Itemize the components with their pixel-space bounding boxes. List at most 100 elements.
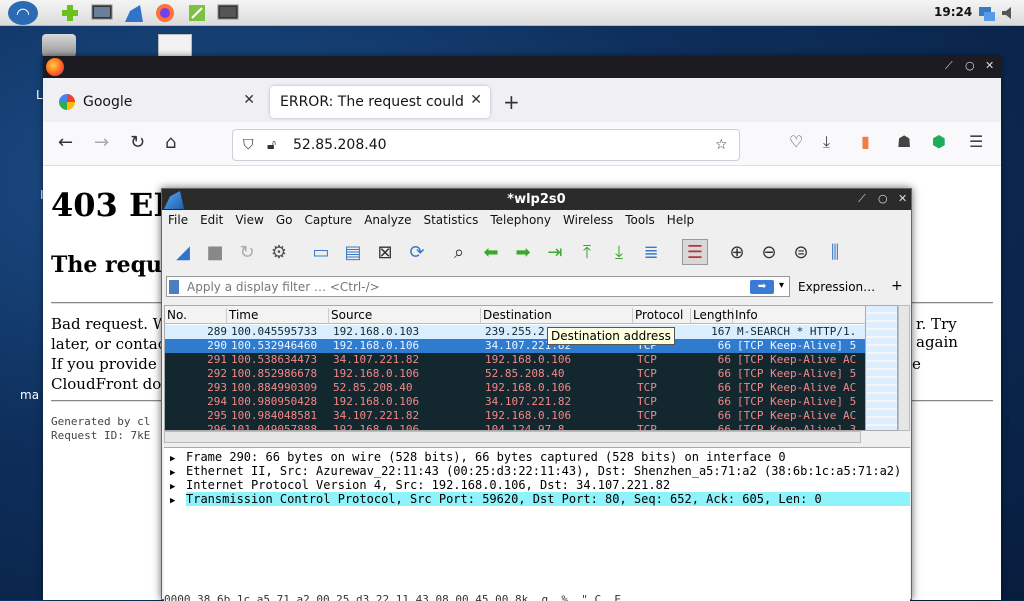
close-tab-icon[interactable]: ✕ [243, 92, 255, 108]
minimize-button[interactable]: ⟋ [858, 192, 866, 206]
menu-analyze[interactable]: Analyze [358, 210, 417, 232]
back-button[interactable]: ← [58, 132, 73, 153]
robot-extension-icon[interactable]: ☗ [897, 132, 911, 151]
start-capture-icon[interactable]: ◢ [170, 239, 196, 265]
go-to-packet-icon[interactable]: ⇥ [542, 239, 568, 265]
terminal-launcher[interactable] [90, 2, 114, 24]
reload-button[interactable]: ↻ [130, 132, 145, 153]
chevron-down-icon[interactable]: ▾ [779, 280, 784, 291]
column-header[interactable]: Info [735, 308, 865, 323]
find-packet-icon[interactable]: ⌕ [446, 239, 472, 265]
menu-icon[interactable]: ☰ [969, 132, 983, 151]
go-forward-icon[interactable]: ➡ [510, 239, 536, 265]
add-filter-button[interactable]: + [891, 278, 903, 294]
expression-button[interactable]: Expression… [798, 280, 875, 294]
detail-ethernet[interactable]: ▶ Ethernet II, Src: Azurewav_22:11:43 (00… [170, 464, 901, 478]
open-file-icon[interactable]: ▭ [308, 239, 334, 265]
insecure-lock-icon[interactable]: 🔓︎ [267, 137, 276, 153]
menu-capture[interactable]: Capture [298, 210, 358, 232]
packet-row[interactable]: 293 100.884990309 52.85.208.40 192.168.0.10… [165, 381, 865, 395]
system-monitor-launcher[interactable] [216, 2, 240, 24]
resize-columns-icon[interactable]: ⫼ [822, 239, 848, 265]
horizontal-scrollbar[interactable] [164, 431, 861, 443]
expand-arrow-icon[interactable]: ▶ [170, 454, 186, 464]
packet-row[interactable]: 292 100.852986678 192.168.0.106 52.85.208.4… [165, 367, 865, 381]
detail-frame[interactable]: ▶ Frame 290: 66 bytes on wire (528 bits),… [170, 450, 786, 464]
expand-arrow-icon[interactable]: ▶ [170, 482, 186, 492]
download-icon[interactable]: ⤓ [823, 132, 830, 152]
save-file-icon[interactable]: ▤ [340, 239, 366, 265]
detail-tcp[interactable]: ▶ Transmission Control Protocol, Src Port… [170, 492, 910, 506]
menu-statistics[interactable]: Statistics [417, 210, 484, 232]
expand-arrow-icon[interactable]: ▶ [170, 468, 186, 478]
menu-wireless[interactable]: Wireless [557, 210, 619, 232]
bookmark-star-icon[interactable]: ☆ [715, 137, 728, 153]
add-launcher-button[interactable] [58, 2, 82, 24]
close-file-icon[interactable]: ⊠ [372, 239, 398, 265]
maximize-button[interactable]: ○ [965, 59, 975, 72]
shield-icon[interactable]: ⛉ [243, 137, 254, 153]
volume-icon[interactable] [1000, 4, 1018, 22]
column-header[interactable]: Source [331, 308, 481, 323]
packet-row[interactable]: 291 100.538634473 34.107.221.82 192.168.0.1… [165, 353, 865, 367]
new-tab-button[interactable]: + [503, 90, 520, 114]
reload-file-icon[interactable]: ⟳ [404, 239, 430, 265]
close-button[interactable]: ✕ [985, 59, 994, 72]
zoom-out-icon[interactable]: ⊖ [756, 239, 782, 265]
zoom-in-icon[interactable]: ⊕ [724, 239, 750, 265]
packet-row[interactable]: 294 100.980950428 192.168.0.106 34.107.221.… [165, 395, 865, 409]
stop-capture-icon[interactable]: ■ [202, 239, 228, 265]
maximize-button[interactable]: ○ [878, 192, 888, 205]
menu-go[interactable]: Go [270, 210, 299, 232]
packet-row[interactable]: 296 101.049057888 192.168.0.106 104.124.97.… [165, 423, 865, 430]
packet-row[interactable]: 290 100.532946460 192.168.0.106 34.107.221.… [165, 339, 865, 353]
url-bar[interactable]: ⛉ 🔓︎ 52.85.208.40 ☆ [232, 129, 740, 161]
app-menu-button[interactable]: ◠ [8, 1, 38, 25]
bookmark-icon[interactable] [169, 280, 179, 294]
expand-arrow-icon[interactable]: ▶ [170, 496, 186, 506]
autoscroll-icon[interactable]: ≣ [638, 239, 664, 265]
display-filter-input[interactable]: Apply a display filter … <Ctrl-/> ➡ ▾ [166, 276, 790, 297]
column-header[interactable]: Length [693, 308, 734, 323]
packet-list[interactable]: No. Time Source Destination Protocol Len… [164, 305, 898, 431]
menu-file[interactable]: File [162, 210, 194, 232]
vertical-scrollbar[interactable] [898, 305, 910, 431]
text-editor-launcher[interactable] [185, 2, 209, 24]
trash-extension-icon[interactable]: ▮ [861, 132, 870, 151]
close-tab-icon[interactable]: ✕ [470, 92, 482, 108]
tab-error[interactable]: ERROR: The request could no ✕ [270, 86, 490, 118]
forward-button[interactable]: → [94, 132, 109, 153]
go-back-icon[interactable]: ⬅ [478, 239, 504, 265]
close-button[interactable]: ✕ [898, 192, 907, 205]
detail-ipv4[interactable]: ▶ Internet Protocol Version 4, Src: 192.1… [170, 478, 670, 492]
capture-options-icon[interactable]: ⚙ [266, 239, 292, 265]
document-icon[interactable] [158, 34, 192, 58]
menu-edit[interactable]: Edit [194, 210, 229, 232]
last-packet-icon[interactable]: ⤓ [606, 239, 632, 265]
network-icon[interactable] [978, 4, 996, 22]
home-button[interactable]: ⌂ [165, 132, 176, 153]
packet-row[interactable]: 289 100.045595733 192.168.0.103 239.255.2 16… [165, 325, 865, 339]
wireshark-launcher[interactable] [122, 2, 146, 24]
url-text[interactable]: 52.85.208.40 [293, 137, 387, 153]
menu-help[interactable]: Help [661, 210, 700, 232]
tab-google[interactable]: Google ✕ [49, 86, 263, 118]
menu-view[interactable]: View [229, 210, 269, 232]
packet-minimap[interactable] [865, 306, 897, 430]
firefox-launcher[interactable] [153, 2, 177, 24]
column-header[interactable]: Protocol [635, 308, 691, 323]
column-header[interactable]: No. [167, 308, 227, 323]
column-header[interactable]: Destination [483, 308, 633, 323]
pocket-icon[interactable]: ♡ [789, 132, 803, 151]
packet-details[interactable]: ▶ Frame 290: 66 bytes on wire (528 bits),… [164, 447, 910, 601]
restart-capture-icon[interactable]: ↻ [234, 239, 260, 265]
vpn-extension-icon[interactable]: ⬢ [932, 132, 946, 151]
menu-telephony[interactable]: Telephony [484, 210, 557, 232]
normal-size-icon[interactable]: ⊜ [788, 239, 814, 265]
apply-filter-icon[interactable]: ➡ [750, 280, 774, 294]
column-header[interactable]: Time [229, 308, 329, 323]
colorize-icon[interactable]: ☰ [682, 239, 708, 265]
menu-tools[interactable]: Tools [619, 210, 661, 232]
minimize-button[interactable]: ⟋ [945, 59, 953, 73]
packet-row[interactable]: 295 100.984048581 34.107.221.82 192.168.0.1… [165, 409, 865, 423]
